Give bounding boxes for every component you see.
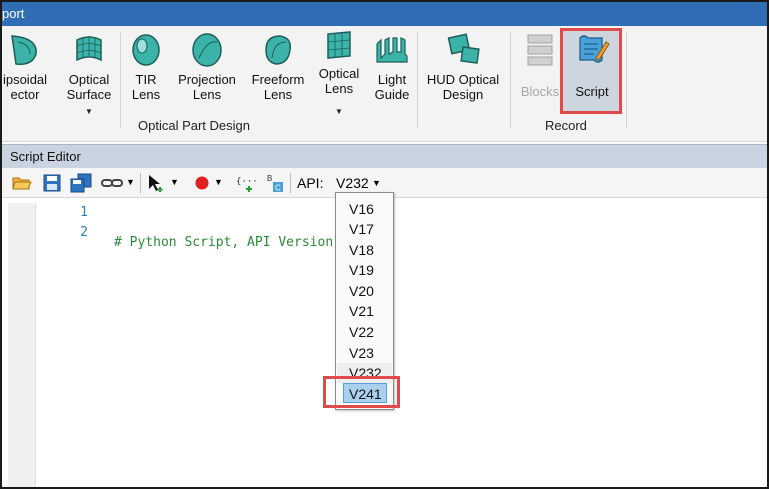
script-button[interactable]: Script — [564, 28, 620, 122]
line-number: 1 — [80, 205, 88, 220]
chevron-down-icon: ▼ — [85, 107, 93, 116]
hud-optical-design-button[interactable]: HUD Optical Design — [420, 28, 506, 122]
title-bar: port — [2, 2, 767, 26]
api-version-value: V232 — [336, 175, 369, 191]
save-as-icon[interactable] — [70, 173, 92, 193]
tir-lens-button[interactable]: TIR Lens — [122, 28, 170, 122]
api-option-v232[interactable]: V232 — [337, 363, 392, 383]
projection-lens-label: Projection Lens — [178, 72, 236, 102]
insert-code-icon[interactable]: {···} — [235, 173, 263, 193]
api-option-v20[interactable]: V20 — [337, 281, 392, 301]
tir-lens-label: TIR Lens — [131, 72, 161, 102]
chevron-down-icon: ▼ — [335, 107, 343, 116]
freeform-lens-label: Freeform Lens — [251, 72, 305, 102]
editor-gutter — [8, 203, 36, 487]
freeform-lens-button[interactable]: Freeform Lens — [244, 28, 312, 122]
svg-text:B: B — [267, 174, 272, 183]
script-label: Script — [575, 84, 609, 99]
light-guide-label: Light Guide — [374, 72, 410, 102]
script-icon — [574, 32, 610, 71]
api-version-dropdown: V16 V17 V18 V19 V20 V21 V22 V23 V232 V24… — [335, 192, 394, 410]
toolbar-separator — [290, 173, 291, 193]
api-option-v22[interactable]: V22 — [337, 322, 392, 342]
toolbar-separator — [140, 173, 141, 193]
freeform-lens-icon — [260, 32, 296, 71]
blocks-icon — [525, 32, 555, 71]
line-numbers: 1 2 — [36, 203, 96, 243]
optical-lens-button[interactable]: Optical Lens ▼ — [312, 28, 366, 122]
chevron-down-icon: ▼ — [372, 178, 381, 188]
ellipsoidal-reflector-label: ipsoidal ector — [2, 72, 48, 102]
api-option-v17[interactable]: V17 — [337, 219, 392, 239]
optical-surface-button[interactable]: Optical Surface ▼ — [58, 28, 120, 122]
chevron-down-icon[interactable]: ▼ — [214, 177, 223, 187]
blocks-label: Blocks — [520, 84, 560, 99]
light-guide-button[interactable]: Light Guide — [368, 28, 416, 122]
tir-lens-icon — [128, 32, 164, 71]
chevron-down-icon[interactable]: ▼ — [126, 177, 135, 187]
api-option-v23[interactable]: V23 — [337, 343, 392, 363]
chevron-down-icon[interactable]: ▼ — [170, 177, 179, 187]
hud-optical-design-label: HUD Optical Design — [426, 72, 500, 102]
line-number: 2 — [80, 225, 88, 240]
record-icon[interactable] — [192, 173, 212, 193]
blocks-button[interactable]: Blocks — [514, 28, 566, 122]
svg-text:{···}: {···} — [236, 177, 257, 187]
application-window: port ipsoidal ector Optical Surface ▼ TI… — [0, 0, 769, 489]
projection-lens-icon — [189, 32, 225, 71]
convert-code-icon[interactable]: BC — [265, 173, 285, 193]
optical-lens-label: Optical Lens — [318, 66, 360, 96]
ellipsoidal-reflector-icon — [8, 32, 42, 71]
save-icon[interactable] — [42, 173, 62, 193]
projection-lens-button[interactable]: Projection Lens — [172, 28, 242, 122]
script-editor-title: Script Editor — [10, 149, 81, 164]
svg-text:C: C — [275, 184, 281, 193]
optical-surface-icon — [71, 32, 107, 71]
optical-surface-label: Optical Surface — [66, 72, 112, 102]
api-option-v21[interactable]: V21 — [337, 301, 392, 321]
optical-part-design-group-label: Optical Part Design — [138, 118, 250, 133]
select-cursor-icon[interactable] — [146, 173, 166, 193]
api-option-v241[interactable]: V241 — [343, 383, 387, 403]
ribbon-separator — [510, 32, 511, 128]
link-icon[interactable] — [100, 173, 124, 193]
ribbon-separator — [120, 32, 121, 128]
open-folder-icon[interactable] — [12, 173, 32, 193]
ribbon-separator — [417, 32, 418, 128]
ribbon: ipsoidal ector Optical Surface ▼ TIR Len… — [2, 26, 767, 142]
window-title: port — [2, 6, 25, 21]
api-label: API: — [297, 175, 324, 191]
record-group-label: Record — [545, 118, 587, 133]
optical-lens-icon — [322, 28, 356, 65]
hud-optical-design-icon — [444, 32, 482, 71]
api-option-v19[interactable]: V19 — [337, 260, 392, 280]
script-editor-title-bar: Script Editor — [2, 144, 767, 168]
api-option-v16[interactable]: V16 — [337, 199, 392, 219]
ribbon-separator — [626, 32, 627, 128]
api-version-select[interactable]: V232 ▼ — [332, 173, 386, 193]
ellipsoidal-reflector-button[interactable]: ipsoidal ector — [2, 28, 56, 122]
api-option-v18[interactable]: V18 — [337, 240, 392, 260]
light-guide-icon — [373, 32, 411, 71]
